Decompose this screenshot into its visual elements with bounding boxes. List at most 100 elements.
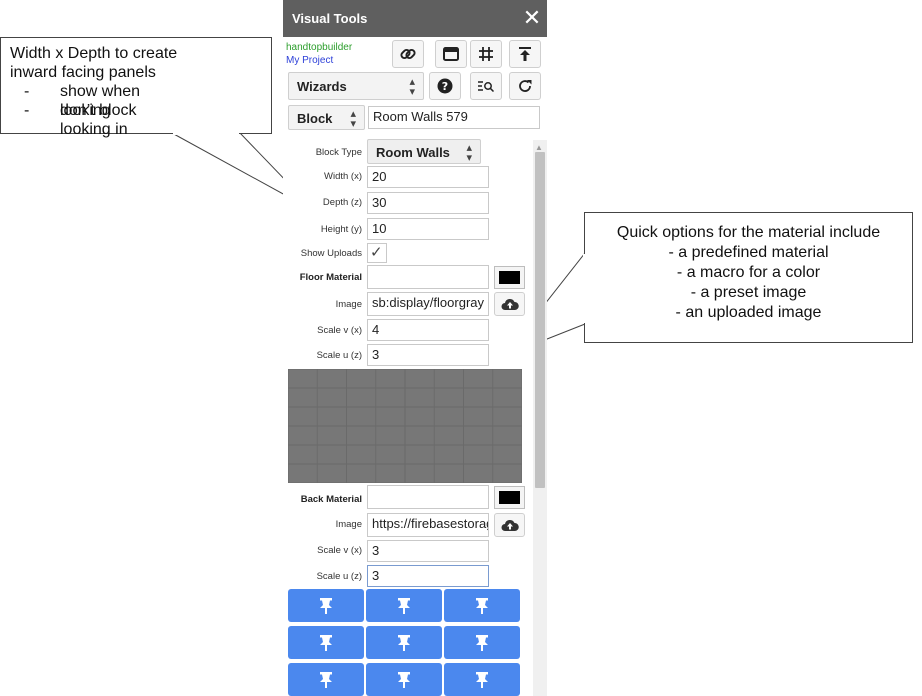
wizards-select-value: Wizards <box>297 79 347 94</box>
bullet-dash: - <box>24 102 30 119</box>
help-icon: ? <box>437 78 453 94</box>
floor-color-swatch-button[interactable] <box>494 266 525 289</box>
back-material-label: Back Material <box>300 494 362 505</box>
width-label: Width (x) <box>324 171 362 182</box>
help-button[interactable]: ? <box>429 72 461 100</box>
callout-right-line: - a predefined material <box>668 244 829 261</box>
pin-button[interactable] <box>366 626 442 659</box>
pin-icon <box>320 597 332 614</box>
pin-icon <box>320 634 332 651</box>
callout-left-joint <box>173 132 239 135</box>
pin-icon <box>398 671 410 688</box>
pin-button[interactable] <box>288 663 364 696</box>
wizards-select[interactable]: Wizards ▴ ▾ <box>288 72 424 100</box>
floor-tile-pattern <box>288 369 522 483</box>
select-arrows-icon: ▴ ▾ <box>350 108 356 130</box>
pin-button[interactable] <box>444 589 520 622</box>
back-color-swatch-button[interactable] <box>494 486 525 509</box>
pin-button[interactable] <box>366 589 442 622</box>
window-button[interactable] <box>435 40 467 68</box>
pin-icon <box>398 597 410 614</box>
callout-right-line: - an uploaded image <box>675 304 822 321</box>
callout-right-joint <box>583 254 586 323</box>
scroll-up-arrow-icon[interactable]: ▲ <box>535 143 543 152</box>
pin-icon <box>476 597 488 614</box>
object-name-input[interactable]: Room Walls 579 <box>368 106 540 129</box>
height-label: Height (y) <box>320 224 362 235</box>
close-button[interactable]: ✕ <box>521 6 543 30</box>
back-color-swatch <box>499 491 520 504</box>
visual-tools-panel: Visual Tools ✕ handtopbuilder My Project <box>283 0 547 696</box>
width-input[interactable]: 20 <box>367 166 489 188</box>
callout-left-line2: inward facing panels <box>10 64 156 81</box>
search-list-button[interactable] <box>470 72 502 100</box>
depth-input[interactable]: 30 <box>367 192 489 214</box>
pin-icon <box>320 671 332 688</box>
svg-text:?: ? <box>442 80 448 93</box>
upload-top-icon <box>519 47 531 61</box>
pin-button[interactable] <box>288 626 364 659</box>
select-arrows-icon: ▴ ▾ <box>409 76 415 98</box>
pin-icon <box>398 634 410 651</box>
pin-button[interactable] <box>444 626 520 659</box>
back-image-label: Image <box>335 519 362 530</box>
link-button[interactable] <box>392 40 424 68</box>
block-type-value: Room Walls <box>376 145 450 160</box>
depth-label: Depth (z) <box>322 197 362 208</box>
window-icon <box>443 47 459 61</box>
cloud-upload-icon <box>501 519 519 531</box>
floor-material-input[interactable] <box>367 265 489 289</box>
back-image-input[interactable]: https://firebasestorag <box>367 513 489 537</box>
floor-image-label: Image <box>335 299 362 310</box>
object-type-value: Block <box>297 111 333 126</box>
grid-button[interactable] <box>470 40 502 68</box>
link-icon <box>400 48 416 60</box>
back-material-input[interactable] <box>367 485 489 509</box>
callout-right-line: - a preset image <box>690 284 807 301</box>
scrollbar-thumb[interactable] <box>535 152 545 488</box>
owner-link[interactable]: handtopbuilder <box>286 42 352 53</box>
pin-icon <box>476 671 488 688</box>
floor-scale-u-input[interactable]: 3 <box>367 344 489 366</box>
callout-left-bullet: - don’t block looking in <box>10 101 177 138</box>
refresh-icon <box>519 80 532 92</box>
panel-title: Visual Tools <box>292 11 368 26</box>
back-scale-u-label: Scale u (z) <box>316 571 362 582</box>
move-to-top-button[interactable] <box>509 40 541 68</box>
pin-icon <box>476 634 488 651</box>
panel-titlebar: Visual Tools ✕ <box>283 0 547 37</box>
callout-right-line: Quick options for the material include <box>616 224 881 241</box>
floor-color-swatch <box>499 271 520 284</box>
floor-texture-preview <box>288 369 522 483</box>
show-uploads-label: Show Uploads <box>300 248 362 259</box>
grid-icon <box>479 47 493 61</box>
block-type-label: Block Type <box>315 147 362 158</box>
pin-button[interactable] <box>444 663 520 696</box>
bullet-dash: - <box>24 83 30 100</box>
floor-scale-v-input[interactable]: 4 <box>367 319 489 341</box>
back-scale-v-input[interactable]: 3 <box>367 540 489 562</box>
project-link[interactable]: My Project <box>286 55 333 66</box>
height-input[interactable]: 10 <box>367 218 489 240</box>
pin-button[interactable] <box>288 589 364 622</box>
back-scale-u-input[interactable]: 3 <box>367 565 489 587</box>
refresh-button[interactable] <box>509 72 541 100</box>
back-upload-button[interactable] <box>494 513 525 537</box>
block-type-select[interactable]: Room Walls ▴ ▾ <box>367 139 481 164</box>
select-arrows-icon: ▴ ▾ <box>466 142 472 164</box>
callout-left-bullet-text: don’t block looking in <box>60 102 137 138</box>
floor-material-label: Floor Material <box>299 272 362 283</box>
right-annotation-callout: Quick options for the material include -… <box>584 212 913 343</box>
back-scale-v-label: Scale v (x) <box>317 545 362 556</box>
floor-image-input[interactable]: sb:display/floorgray <box>367 292 489 316</box>
floor-scale-v-label: Scale v (x) <box>317 325 362 336</box>
panel-scrollbar[interactable]: ▲ <box>533 140 547 696</box>
callout-left-bullet: - show when looking <box>10 82 177 119</box>
callout-left-line1: Width x Depth to create <box>10 45 178 62</box>
show-uploads-checkbox[interactable]: ✓ <box>367 243 387 263</box>
pin-button[interactable] <box>366 663 442 696</box>
floor-upload-button[interactable] <box>494 292 525 316</box>
callout-right-line: - a macro for a color <box>676 264 821 281</box>
floor-scale-u-label: Scale u (z) <box>316 350 362 361</box>
object-type-select[interactable]: Block ▴ ▾ <box>288 105 365 130</box>
